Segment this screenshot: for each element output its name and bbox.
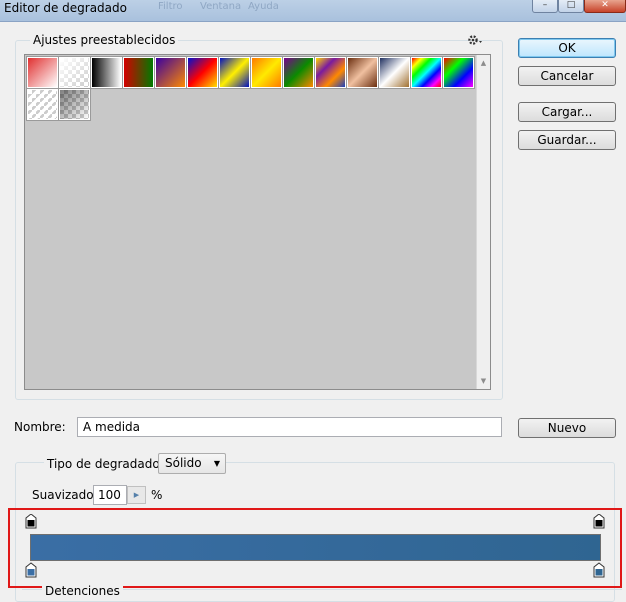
gradient-type-dropdown[interactable]: Sólido ▼ xyxy=(158,453,226,474)
name-input[interactable]: A medida xyxy=(77,417,502,437)
preset-violet-orange[interactable] xyxy=(154,56,187,89)
close-button[interactable]: ✕ xyxy=(584,0,626,13)
faded-menu-ventana: Ventana xyxy=(200,1,242,12)
smoothness-label: Suavizado: xyxy=(32,488,98,502)
scroll-down-icon[interactable]: ▼ xyxy=(477,375,490,387)
preset-copper[interactable] xyxy=(346,56,379,89)
color-stop-right[interactable] xyxy=(593,562,605,581)
preset-violet-green-orange[interactable] xyxy=(282,56,315,89)
chevron-down-icon: ▼ xyxy=(213,459,220,468)
cancel-button[interactable]: Cancelar xyxy=(518,66,616,86)
window-title: Editor de degradado xyxy=(4,1,127,15)
preset-red-green[interactable] xyxy=(122,56,155,89)
minimize-button[interactable]: – xyxy=(532,0,558,13)
preset-orange-yellow-orange[interactable] xyxy=(250,56,283,89)
preset-blue-red-yellow[interactable] xyxy=(186,56,219,89)
presets-swatch-area[interactable]: ▲ ▼ xyxy=(24,54,491,390)
save-button[interactable]: Guardar... xyxy=(518,130,616,150)
gradient-preview-bar[interactable] xyxy=(30,534,601,561)
opacity-stop-right[interactable] xyxy=(593,513,605,532)
maximize-icon: □ xyxy=(566,0,576,10)
name-label: Nombre: xyxy=(14,420,66,434)
preset-fg-to-bg[interactable] xyxy=(26,56,59,89)
preset-transparent-stripes[interactable] xyxy=(26,88,59,121)
title-bar: Editor de degradado Filtro Ventana Ayuda… xyxy=(0,0,626,22)
new-button[interactable]: Nuevo xyxy=(518,418,616,438)
faded-menu-filtro: Filtro xyxy=(158,1,183,12)
preset-blue-yellow-blue[interactable] xyxy=(218,56,251,89)
opacity-stop-left[interactable] xyxy=(25,513,37,532)
presets-legend: Ajustes preestablecidos xyxy=(30,33,179,47)
gradient-type-label: Tipo de degradado: xyxy=(44,456,167,472)
smoothness-unit: % xyxy=(151,488,163,502)
minimize-icon: – xyxy=(542,0,548,10)
arrow-right-icon: ▶ xyxy=(133,491,140,499)
smoothness-input[interactable]: 100 xyxy=(93,485,127,505)
gradient-type-value: Sólido xyxy=(165,456,202,470)
maximize-button[interactable]: □ xyxy=(558,0,584,13)
stops-legend: Detenciones xyxy=(42,584,123,598)
preset-yellow-violet-orange-blue[interactable] xyxy=(314,56,347,89)
load-button[interactable]: Cargar... xyxy=(518,102,616,122)
smoothness-stepper[interactable]: ▶ xyxy=(127,486,146,504)
ok-button[interactable]: OK xyxy=(518,38,616,58)
color-stop-left[interactable] xyxy=(25,562,37,581)
preset-transparent-rainbow[interactable] xyxy=(442,56,475,89)
presets-scrollbar[interactable]: ▲ ▼ xyxy=(476,55,490,389)
scroll-up-icon[interactable]: ▲ xyxy=(477,57,490,69)
preset-neutral-density[interactable] xyxy=(58,88,91,121)
preset-black-white[interactable] xyxy=(90,56,123,89)
close-icon: ✕ xyxy=(601,0,609,10)
faded-menu-ayuda: Ayuda xyxy=(248,1,279,12)
preset-chrome[interactable] xyxy=(378,56,411,89)
preset-spectrum[interactable] xyxy=(410,56,443,89)
preset-fg-to-transparent[interactable] xyxy=(58,56,91,89)
gear-icon[interactable] xyxy=(465,32,485,48)
